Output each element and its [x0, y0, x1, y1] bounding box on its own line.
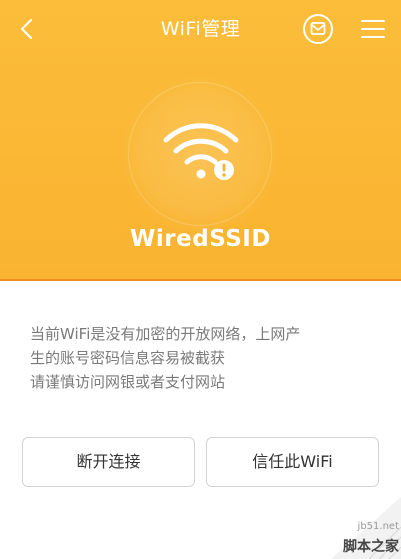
mail-button[interactable]: [301, 12, 335, 46]
watermark-site: jb51.net: [357, 521, 399, 532]
disconnect-button[interactable]: 断开连接: [22, 437, 195, 487]
watermark: jb51.net 脚本之家: [331, 497, 401, 559]
top-bar: WiFi管理: [0, 0, 401, 56]
back-button[interactable]: [10, 12, 44, 46]
network-ssid: WiredSSID: [130, 226, 271, 252]
watermark-brand: 脚本之家: [343, 539, 399, 555]
wifi-warning-icon: [163, 123, 239, 180]
hero-header: WiFi管理 WiredSSID: [0, 0, 401, 281]
page-title: WiFi管理: [160, 18, 241, 40]
wifi-management-screen: WiFi管理 WiredSSID 当前WiFi是没有加密的开放网络，上网产 生的…: [0, 0, 401, 559]
mail-badge-icon: [303, 14, 333, 44]
chevron-left-icon: [20, 18, 33, 40]
security-warning-text: 当前WiFi是没有加密的开放网络，上网产 生的账号密码信息容易被截获 请谨慎访问…: [30, 322, 370, 394]
warning-line: 请谨慎访问网银或者支付网站: [30, 373, 226, 391]
hamburger-menu-icon: [361, 20, 385, 38]
menu-button[interactable]: [356, 12, 390, 46]
warning-line: 当前WiFi是没有加密的开放网络，上网产: [30, 325, 301, 343]
trust-wifi-button[interactable]: 信任此WiFi: [206, 437, 379, 487]
warning-line: 生的账号密码信息容易被截获: [30, 349, 226, 367]
